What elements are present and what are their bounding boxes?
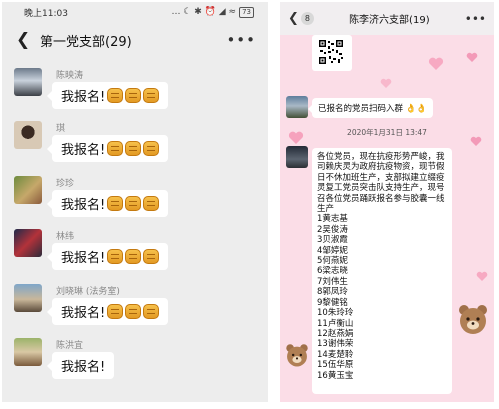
signup-list-item: 8郭凤玲: [317, 287, 348, 298]
qr-code-icon: [318, 39, 344, 65]
battery-icon: 73: [239, 6, 254, 18]
message-timestamp: 2020年1月31日 13:47: [347, 128, 427, 137]
message-bubble[interactable]: 我报名!: [46, 298, 169, 325]
avatar[interactable]: [14, 176, 42, 204]
fist-emoji-icon: [125, 304, 142, 319]
sender-name: 林纬: [56, 232, 75, 242]
chat-message: 珍珍 我报名!: [2, 176, 268, 236]
more-icon[interactable]: •••: [226, 31, 256, 49]
fist-emoji-icon: [107, 196, 124, 211]
fist-emoji-icon: [143, 141, 160, 156]
signup-list-item: 9黎健铭: [317, 297, 348, 308]
avatar[interactable]: [14, 284, 42, 312]
heart-icon: [428, 56, 444, 70]
signup-list-item: 16黄玉宝: [317, 370, 354, 381]
signup-list-item: 4邹婷妮: [317, 245, 348, 256]
fist-emoji-icon: [125, 249, 142, 264]
heart-icon: [466, 48, 478, 62]
signup-list-item: 6梁志晓: [317, 266, 348, 277]
qr-code-message[interactable]: [312, 35, 352, 71]
unread-badge: 8: [300, 12, 314, 25]
message-text: 我报名!: [61, 198, 106, 213]
signup-list-item: 2吴俊涛: [317, 224, 348, 235]
sender-name: 琪: [56, 124, 66, 134]
status-bar: 晚上11:03 … ☾ ✱ ⏰ ◢ ≈ 73: [2, 2, 268, 22]
signup-list-item: 10朱玲玲: [317, 308, 354, 319]
signup-list-item: 15伍华原: [317, 360, 354, 371]
heart-icon: [476, 267, 488, 281]
chat-panel-right: ❮ 8 陈李济六支部(19) ••• 已报名的党员扫码入群 👌👌 2020年1月…: [280, 2, 494, 402]
fist-emoji-icon: [107, 88, 124, 103]
message-text: 我报名!: [61, 251, 106, 266]
sender-name: 陈洪宜: [56, 341, 84, 351]
message-bubble[interactable]: 我报名!: [46, 82, 169, 109]
fist-emoji-icon: [125, 196, 142, 211]
message-bubble[interactable]: 已报名的党员扫码入群 👌👌: [308, 98, 433, 118]
fist-emoji-icon: [143, 196, 160, 211]
signup-list-item: 7刘伟生: [317, 276, 348, 287]
message-text: 我报名!: [61, 306, 106, 321]
message-text: 我报名!: [61, 90, 106, 105]
message-text: 我报名!: [61, 143, 106, 158]
chat-header: ❮ 8 陈李济六支部(19) •••: [280, 2, 494, 35]
sender-name: 陈映涛: [56, 71, 84, 81]
signup-list-item: 5何燕妮: [317, 256, 348, 267]
avatar[interactable]: [14, 229, 42, 257]
fist-emoji-icon: [107, 304, 124, 319]
signup-list-item: 13谢伟荣: [317, 339, 354, 350]
fist-emoji-icon: [125, 88, 142, 103]
signup-list-item: 14麦楚聆: [317, 349, 354, 360]
back-icon[interactable]: ❮: [288, 11, 299, 26]
message-bubble[interactable]: 我报名!: [46, 243, 169, 270]
fist-emoji-icon: [107, 249, 124, 264]
chat-title: 陈李济六支部(19): [349, 15, 430, 26]
chat-header: ❮ 第一党支部(29) •••: [2, 22, 268, 58]
avatar[interactable]: [286, 146, 308, 168]
message-text: 我报名!: [61, 360, 106, 375]
status-time: 晚上11:03: [24, 8, 68, 19]
avatar[interactable]: [14, 121, 42, 149]
avatar[interactable]: [14, 338, 42, 366]
chat-panel-left: 晚上11:03 … ☾ ✱ ⏰ ◢ ≈ 73 ❮ 第一党支部(29) ••• 陈…: [2, 2, 268, 402]
chat-message: 刘晓琳 (法务室) 我报名!: [2, 284, 268, 344]
bear-sticker-icon: [459, 305, 487, 334]
bear-sticker-icon: [286, 344, 308, 367]
chat-message: 陈映涛 我报名!: [2, 68, 268, 128]
chat-message: 琪 我报名!: [2, 121, 268, 181]
avatar[interactable]: [14, 68, 42, 96]
signup-list-item: 12赵燕娟: [317, 328, 354, 339]
chat-title: 第一党支部(29): [40, 34, 132, 50]
fist-emoji-icon: [143, 88, 160, 103]
back-icon[interactable]: ❮: [16, 30, 32, 50]
sender-name: 珍珍: [56, 179, 75, 189]
message-text: 已报名的党员扫码入群: [318, 104, 404, 114]
chat-message: 林纬 我报名!: [2, 229, 268, 289]
message-text: 各位党员，现在抗疫形势严峻，我司赖庆灵为政府抗疫物资，现节假日不休加班生产，支部…: [317, 152, 445, 215]
signup-list-item: 1黄志基: [317, 214, 348, 225]
status-icons: … ☾ ✱ ⏰ ◢ ≈ 73: [171, 6, 254, 18]
signup-list-item: 3贝淑霞: [317, 235, 348, 246]
sender-name: 刘晓琳 (法务室): [56, 287, 120, 297]
system-status-icons: … ☾ ✱ ⏰ ◢ ≈: [171, 7, 237, 17]
fist-emoji-icon: [107, 141, 124, 156]
fist-emoji-icon: [125, 141, 142, 156]
heart-icon: [380, 74, 392, 88]
avatar[interactable]: [286, 96, 308, 118]
signup-list-item: 11卢衡山: [317, 318, 354, 329]
fist-emoji-icon: [143, 304, 160, 319]
more-icon[interactable]: •••: [465, 12, 486, 26]
message-bubble[interactable]: 各位党员，现在抗疫形势严峻，我司赖庆灵为政府抗疫物资，现节假日不休加班生产，支部…: [312, 148, 452, 394]
chat-message: 陈洪宜 我报名!: [2, 338, 268, 398]
message-bubble[interactable]: 我报名!: [46, 352, 115, 379]
fist-emoji-icon: [143, 249, 160, 264]
ok-hand-emoji-icon: 👌👌: [405, 104, 427, 114]
message-bubble[interactable]: 我报名!: [46, 135, 169, 162]
message-bubble[interactable]: 我报名!: [46, 190, 169, 217]
